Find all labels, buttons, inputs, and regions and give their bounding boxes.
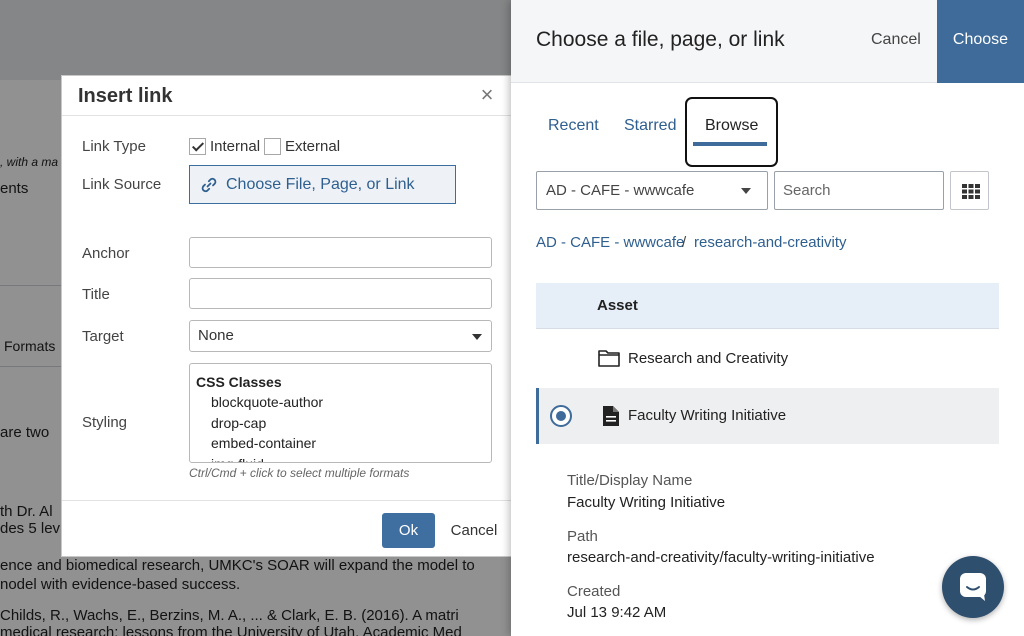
chat-icon <box>960 573 986 601</box>
ok-button[interactable]: Ok <box>382 513 435 548</box>
active-tab-indicator <box>693 142 767 146</box>
chat-launcher-button[interactable] <box>942 556 1004 618</box>
external-checkbox[interactable]: External <box>264 138 340 155</box>
checkbox-checked-icon[interactable] <box>189 138 206 155</box>
close-icon[interactable]: × <box>477 84 497 106</box>
chevron-down-icon <box>472 334 482 340</box>
detail-value: research-and-creativity/faculty-writing-… <box>567 549 875 566</box>
panel-cancel-button[interactable]: Cancel <box>871 31 921 49</box>
list-item-folder[interactable]: Research and Creativity <box>536 330 999 387</box>
detail-value: Faculty Writing Initiative <box>567 494 726 511</box>
site-select-value: AD - CAFE - wwwcafe <box>546 182 695 199</box>
link-icon <box>201 177 217 192</box>
tab-starred[interactable]: Starred <box>624 117 676 135</box>
styling-label: Styling <box>82 414 128 431</box>
internal-checkbox[interactable]: Internal <box>189 138 260 155</box>
grid-icon <box>962 184 980 199</box>
row-label: Faculty Writing Initiative <box>628 407 787 424</box>
detail-label: Title/Display Name <box>567 472 693 489</box>
link-source-button-label: Choose File, Page, or Link <box>226 175 415 193</box>
folder-icon <box>598 350 620 367</box>
title-input[interactable] <box>189 278 492 309</box>
radio-selected-icon[interactable] <box>550 405 572 427</box>
anchor-input[interactable] <box>189 237 492 268</box>
list-item-selected[interactable]: Faculty Writing Initiative <box>536 388 999 444</box>
link-source-label: Link Source <box>82 176 162 193</box>
site-select[interactable]: AD - CAFE - wwwcafe <box>536 171 768 210</box>
breadcrumb-site[interactable]: AD - CAFE - wwwcafe <box>536 234 684 251</box>
detail-label: Created <box>567 583 621 600</box>
external-label: External <box>285 138 341 155</box>
choose-link-source-button[interactable]: Choose File, Page, or Link <box>189 165 456 204</box>
target-select[interactable]: None <box>189 320 492 352</box>
column-header-asset: Asset <box>597 297 638 314</box>
dialog-header: Insert link × <box>62 76 530 116</box>
choose-button[interactable]: Choose <box>937 0 1024 83</box>
styling-group-label: CSS Classes <box>196 374 282 390</box>
breadcrumb-folder[interactable]: research-and-creativity <box>694 234 847 251</box>
target-label: Target <box>82 328 124 345</box>
styling-option[interactable]: blockquote-author <box>196 392 485 413</box>
checkbox-unchecked-icon[interactable] <box>264 138 281 155</box>
title-label: Title <box>82 286 110 303</box>
tab-focus-ring <box>685 97 778 167</box>
panel-title: Choose a file, page, or link <box>536 28 785 51</box>
styling-hint: Ctrl/Cmd + click to select multiple form… <box>189 466 410 480</box>
breadcrumb-separator: / <box>682 234 687 251</box>
link-type-label: Link Type <box>82 138 146 155</box>
styling-listbox[interactable]: CSS Classes blockquote-author drop-cap e… <box>189 363 492 463</box>
dialog-title: Insert link <box>78 85 173 107</box>
dialog-cancel-button[interactable]: Cancel <box>444 513 504 548</box>
tab-recent[interactable]: Recent <box>548 117 599 135</box>
grid-view-button[interactable] <box>950 171 989 210</box>
styling-option[interactable]: drop-cap <box>196 413 485 434</box>
chevron-down-icon <box>741 188 751 194</box>
styling-option[interactable]: embed-container <box>196 433 485 454</box>
insert-link-dialog: Insert link × Link Type Internal Externa… <box>61 75 531 557</box>
table-header: Asset <box>536 283 999 329</box>
row-label: Research and Creativity <box>628 350 789 367</box>
target-select-value: None <box>198 327 234 344</box>
dialog-footer: Ok Cancel <box>62 500 530 557</box>
anchor-label: Anchor <box>82 245 130 262</box>
styling-option[interactable]: img-fluid <box>196 454 485 463</box>
internal-label: Internal <box>210 138 261 155</box>
detail-label: Path <box>567 528 598 545</box>
detail-value: Jul 13 9:42 AM <box>567 604 667 621</box>
panel-header: Choose a file, page, or link Cancel Choo… <box>511 0 1024 83</box>
file-chooser-panel: Choose a file, page, or link Cancel Choo… <box>511 0 1024 636</box>
search-input[interactable] <box>774 171 944 210</box>
document-icon <box>603 406 619 426</box>
